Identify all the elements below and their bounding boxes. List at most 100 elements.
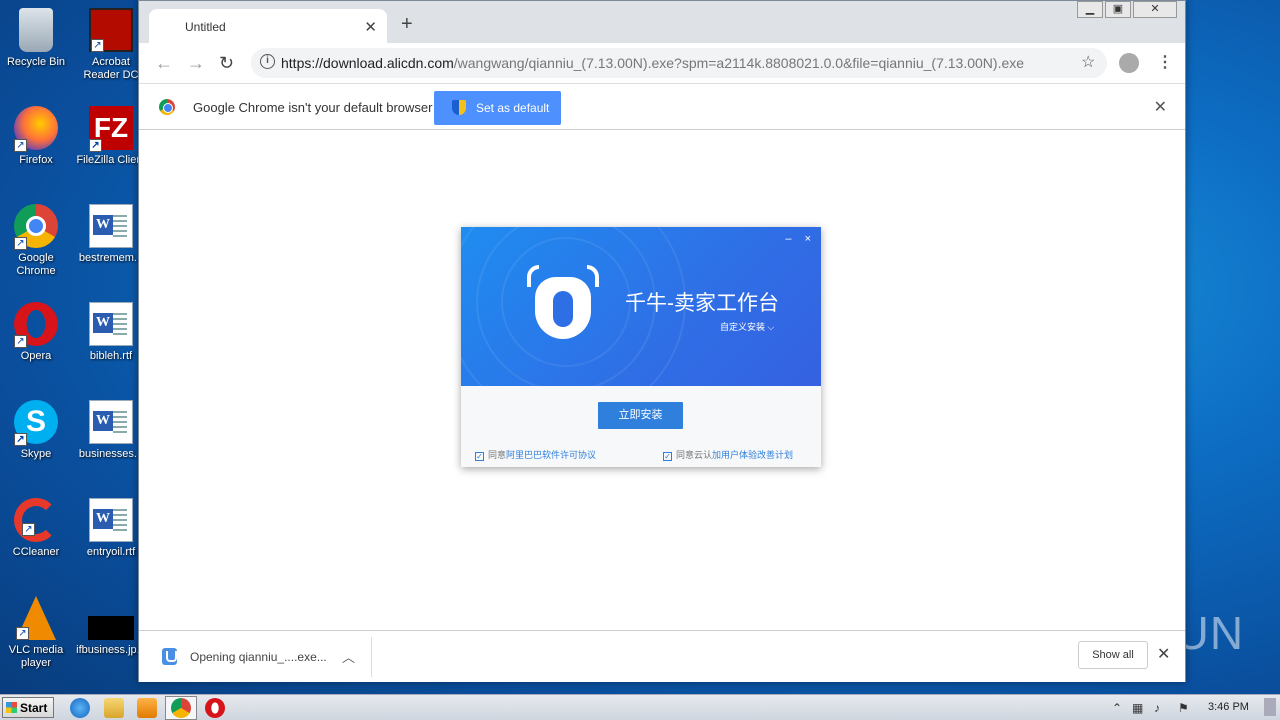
desktop-icon-label: entryoil.rtf: [86, 546, 136, 558]
tab-title: Untitled: [185, 20, 226, 34]
checkbox-checked-icon: ✓: [475, 452, 484, 461]
site-info-icon[interactable]: i: [260, 54, 275, 69]
chrome-icon: [171, 698, 191, 718]
desktop-icon-opera[interactable]: ↗ Opera: [0, 302, 72, 363]
vlc-icon: ↗: [16, 596, 56, 640]
minimize-button[interactable]: ▁: [1077, 1, 1103, 18]
desktop-icon-label: Skype: [20, 448, 52, 460]
installer-close-icon[interactable]: ×: [805, 233, 811, 245]
desktop-icon-label: ifbusiness.jp...: [76, 644, 146, 656]
profile-avatar-icon[interactable]: [1119, 53, 1139, 73]
desktop-icon-ifbusiness[interactable]: ifbusiness.jp...: [75, 596, 147, 657]
chrome-logo-icon: [159, 99, 175, 115]
chrome-icon: ↗: [14, 204, 58, 250]
show-desktop-button[interactable]: [1264, 698, 1276, 716]
ccleaner-icon: ↗: [14, 498, 58, 542]
installer-header: – × 千牛-卖家工作台 自定义安装 ⌵: [461, 227, 821, 386]
reload-icon[interactable]: ↻: [219, 53, 234, 74]
desktop-icon-ccleaner[interactable]: ↗ CCleaner: [0, 498, 72, 559]
tab-strip: Untitled ✕ + ▁ ▣ ✕: [139, 1, 1185, 43]
default-browser-infobar: Google Chrome isn't your default browser…: [139, 83, 1185, 130]
word-document-icon: [89, 204, 133, 248]
chevron-up-icon[interactable]: ⌃: [1112, 701, 1122, 715]
desktop-icon-businesses[interactable]: businesses...: [75, 400, 147, 461]
firefox-icon: ↗: [14, 106, 58, 152]
installer-window-controls: – ×: [785, 233, 811, 245]
experience-plan-link[interactable]: 加用户体验改善计划: [712, 450, 793, 460]
browser-window: Untitled ✕ + ▁ ▣ ✕ ← → ↻ i https://downl…: [138, 0, 1186, 682]
desktop-icon-acrobat[interactable]: ↗ Acrobat Reader DC: [75, 8, 147, 82]
desktop-icon-label: businesses...: [78, 448, 144, 460]
agree-label: 同意云认: [676, 450, 713, 460]
checkbox-checked-icon: ✓: [663, 452, 672, 461]
tab-untitled[interactable]: Untitled ✕: [149, 9, 387, 43]
window-close-button[interactable]: ✕: [1133, 1, 1177, 18]
desktop-icon-filezilla[interactable]: FZ ↗ FileZilla Client: [75, 106, 147, 167]
shelf-close-icon[interactable]: ✕: [1157, 644, 1170, 664]
desktop-icon-label: CCleaner: [12, 546, 60, 558]
menu-dots-icon[interactable]: ⋮: [1157, 52, 1173, 72]
desktop-icon-label: Recycle Bin: [6, 56, 66, 68]
action-center-flag-icon[interactable]: ⚑: [1178, 701, 1189, 715]
desktop-icon-skype[interactable]: S ↗ Skype: [0, 400, 72, 461]
maximize-button[interactable]: ▣: [1105, 1, 1131, 18]
installer-dialog: – × 千牛-卖家工作台 自定义安装 ⌵ 立即安装 ✓ 同意阿里巴巴软件许可协议 …: [461, 227, 821, 467]
experience-plan-checkbox[interactable]: ✓ 同意云认加用户体验改善计划: [663, 448, 793, 461]
browser-toolbar: ← → ↻ i https://download.alicdn.com/wang…: [139, 43, 1185, 83]
desktop-icon-bestremem[interactable]: bestremem...: [75, 204, 147, 265]
opera-icon[interactable]: [205, 698, 225, 718]
bookmark-star-icon[interactable]: ☆: [1081, 52, 1095, 72]
infobar-message: Google Chrome isn't your default browser: [193, 100, 433, 115]
desktop-icon-entryoil[interactable]: entryoil.rtf: [75, 498, 147, 559]
license-agreement-checkbox[interactable]: ✓ 同意阿里巴巴软件许可协议: [475, 448, 596, 461]
desktop-icon-label: Acrobat Reader DC: [83, 56, 139, 81]
show-all-button[interactable]: Show all: [1078, 641, 1148, 669]
license-link[interactable]: 阿里巴巴软件许可协议: [506, 450, 596, 460]
system-tray: ⌃ ▦ ♪ ⚑ 3:46 PM: [1106, 695, 1280, 720]
desktop-icon-firefox[interactable]: ↗ Firefox: [0, 106, 72, 167]
infobar-close-icon[interactable]: ✕: [1154, 97, 1167, 117]
filezilla-icon: FZ ↗: [89, 106, 133, 152]
taskbar: Start ⌃ ▦ ♪ ⚑ 3:46 PM: [0, 694, 1280, 720]
installer-title: 千牛-卖家工作台: [625, 292, 779, 315]
desktop-icon-label: Google Chrome: [16, 252, 56, 277]
back-icon[interactable]: ←: [155, 53, 173, 74]
address-bar[interactable]: i https://download.alicdn.com/wangwang/q…: [251, 48, 1107, 78]
desktop-icon-chrome[interactable]: ↗ Google Chrome: [0, 204, 72, 278]
download-item[interactable]: Opening qianniu_....exe... ︿: [139, 637, 372, 677]
set-as-default-label: Set as default: [476, 101, 550, 115]
custom-install-link[interactable]: 自定义安装 ⌵: [720, 320, 774, 333]
start-button[interactable]: Start: [2, 697, 54, 718]
installer-minimize-icon[interactable]: –: [785, 233, 791, 245]
media-player-icon[interactable]: [137, 698, 157, 718]
url-host: https://download.alicdn.com: [281, 55, 454, 71]
acrobat-icon: ↗: [89, 8, 133, 52]
desktop-icon-vlc[interactable]: ↗ VLC media player: [0, 596, 72, 670]
chevron-up-icon[interactable]: ︿: [342, 647, 355, 666]
clock[interactable]: 3:46 PM: [1208, 701, 1249, 713]
image-file-icon: [88, 616, 134, 640]
install-now-button[interactable]: 立即安装: [598, 402, 683, 429]
recycle-bin-icon: [19, 8, 53, 52]
qianniu-logo-icon: [527, 265, 599, 341]
download-shelf: Opening qianniu_....exe... ︿ Show all ✕: [139, 630, 1185, 682]
desktop-icon-label: VLC media player: [8, 644, 64, 669]
new-tab-button[interactable]: +: [401, 13, 413, 36]
set-as-default-button[interactable]: Set as default: [434, 91, 561, 125]
desktop-icon-recycle-bin[interactable]: Recycle Bin: [0, 8, 72, 69]
word-document-icon: [89, 302, 133, 346]
desktop-icon-label: Firefox: [19, 154, 53, 166]
desktop-icon-bibleh[interactable]: bibleh.rtf: [75, 302, 147, 363]
file-explorer-icon[interactable]: [104, 698, 124, 718]
uac-shield-icon: [452, 100, 466, 115]
volume-icon[interactable]: ♪: [1154, 701, 1160, 715]
window-controls: ▁ ▣ ✕: [1075, 1, 1177, 18]
forward-icon[interactable]: →: [187, 53, 205, 74]
agree-label: 同意: [488, 450, 507, 460]
internet-explorer-icon[interactable]: [70, 698, 90, 718]
desktop-icon-label: FileZilla Client: [76, 154, 146, 166]
tab-close-icon[interactable]: ✕: [364, 18, 377, 36]
network-icon[interactable]: ▦: [1132, 701, 1143, 715]
taskbar-chrome-active[interactable]: [165, 696, 197, 720]
desktop-icon-label: Opera: [20, 350, 52, 362]
